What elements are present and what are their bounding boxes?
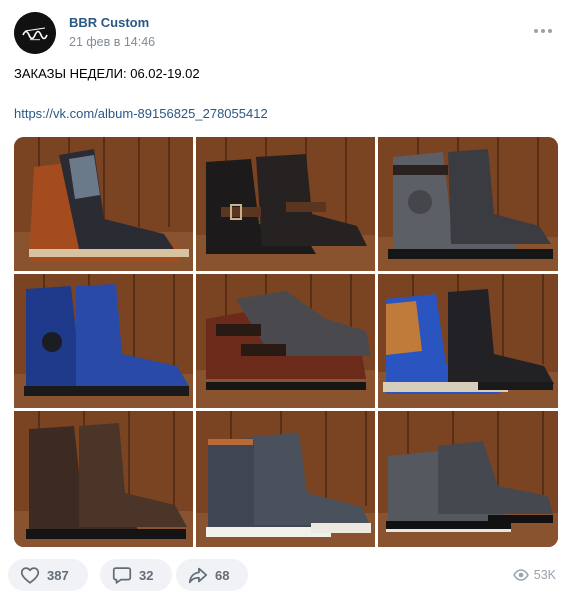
post-text: ЗАКАЗЫ НЕДЕЛИ: 06.02-19.02 bbox=[14, 66, 200, 81]
album-link[interactable]: https://vk.com/album-89156825_278055412 bbox=[14, 105, 268, 123]
post-actions: 387 32 68 53K bbox=[8, 559, 564, 593]
eye-icon bbox=[512, 569, 529, 581]
boot-photo-denim-white-sole[interactable] bbox=[196, 411, 375, 547]
comment-count: 32 bbox=[139, 567, 154, 583]
share-arrow-icon bbox=[188, 567, 208, 584]
boot-photo-blue-tan-black[interactable] bbox=[378, 274, 558, 408]
wall-post: BBR Custom 21 фев в 14:46 ЗАКАЗЫ НЕДЕЛИ:… bbox=[0, 0, 572, 600]
post-header: BBR Custom 21 фев в 14:46 bbox=[14, 12, 558, 56]
boot-photo-blue-laced[interactable] bbox=[14, 274, 193, 408]
comment-icon bbox=[112, 567, 132, 584]
like-count: 387 bbox=[47, 567, 69, 583]
more-dots-icon[interactable] bbox=[532, 24, 554, 38]
comment-button[interactable]: 32 bbox=[100, 559, 172, 591]
boot-photo-brown-double-buckle[interactable] bbox=[196, 274, 375, 408]
boot-photo-dark-brown-laced[interactable] bbox=[14, 411, 193, 547]
share-count: 68 bbox=[215, 567, 230, 583]
boot-photo-brown-laced[interactable] bbox=[14, 137, 193, 271]
share-button[interactable]: 68 bbox=[176, 559, 248, 591]
boot-photo-black-buckle[interactable] bbox=[196, 137, 375, 271]
like-button[interactable]: 387 bbox=[8, 559, 88, 591]
author-name[interactable]: BBR Custom bbox=[69, 15, 149, 30]
bbr-logo-icon bbox=[14, 12, 56, 54]
views-count: 53K bbox=[533, 568, 556, 582]
boot-photo-grey-black-low[interactable] bbox=[378, 411, 558, 547]
heart-icon bbox=[20, 567, 40, 584]
photo-gallery bbox=[14, 137, 558, 547]
boot-photo-grey-black-buckle[interactable] bbox=[378, 137, 558, 271]
avatar[interactable] bbox=[14, 12, 56, 54]
post-date[interactable]: 21 фев в 14:46 bbox=[69, 35, 155, 49]
views-counter: 53K bbox=[512, 567, 556, 583]
